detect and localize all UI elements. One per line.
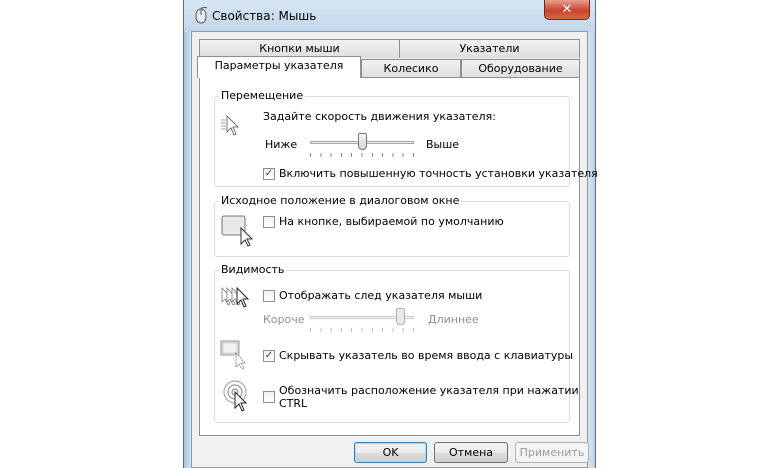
dialog-client-area: Кнопки мыши Указатели Параметры указател…: [191, 31, 598, 468]
snap-to-button-icon: [221, 215, 254, 247]
trails-checkbox[interactable]: [263, 290, 275, 302]
speed-fast-label: Выше: [426, 138, 460, 151]
slider-thumb[interactable]: [396, 308, 405, 325]
tab-label: Колесико: [383, 62, 439, 75]
tab-label: Оборудование: [478, 62, 563, 75]
motion-group: Перемещение Задайте скорость движения ук…: [214, 89, 598, 187]
show-location-ctrl-label-line1: Обозначить расположение указателя при на…: [279, 384, 579, 397]
slider-ticks: [310, 328, 414, 332]
visibility-group: Видимость Отображать след указателя мыши…: [214, 263, 579, 423]
tab-panel-pointer-options: Перемещение Задайте скорость движения ук…: [199, 77, 598, 436]
mouse-icon: [195, 7, 208, 24]
trails-long-label: Длиннее: [428, 313, 479, 326]
hide-pointer-icon: [220, 340, 246, 370]
apply-button-label: Применить: [519, 446, 585, 459]
hide-while-typing-checkbox[interactable]: ✓: [263, 350, 275, 362]
tab-pointer-options[interactable]: Параметры указателя: [197, 56, 361, 78]
close-button[interactable]: ✕: [544, 0, 590, 20]
snap-checkbox[interactable]: [263, 216, 275, 228]
ok-button[interactable]: OK: [354, 442, 427, 463]
tab-hardware[interactable]: Оборудование: [461, 59, 580, 78]
visibility-group-label: Видимость: [219, 263, 287, 276]
ok-button-label: OK: [382, 446, 399, 459]
show-location-ctrl-label-line2: CTRL: [279, 397, 308, 410]
trails-short-label: Короче: [263, 313, 305, 326]
pointer-trails-icon: [221, 286, 250, 308]
precision-checkbox[interactable]: ✓: [263, 168, 275, 180]
precision-label: Включить повышенную точность установки у…: [279, 167, 598, 180]
slider-ticks: [310, 153, 414, 157]
speed-label: Задайте скорость движения указателя:: [263, 110, 496, 123]
pointer-speed-icon: [221, 115, 239, 136]
dialog-window: Свойства: Мышь ✕ Кнопки мыши Указатели П…: [183, 0, 598, 468]
title-bar[interactable]: Свойства: Мышь ✕: [184, 0, 595, 32]
tab-pointers[interactable]: Указатели: [399, 39, 580, 58]
speed-slow-label: Ниже: [265, 138, 298, 151]
locate-pointer-ctrl-icon: [223, 380, 248, 412]
trails-label: Отображать след указателя мыши: [279, 289, 483, 302]
snap-group-label: Исходное положение в диалоговом окне: [219, 194, 462, 207]
hide-while-typing-label: Скрывать указатель во время ввода с клав…: [279, 349, 574, 362]
cancel-button-label: Отмена: [448, 446, 494, 459]
snap-to-group: Исходное положение в диалоговом окне На …: [214, 194, 570, 257]
close-icon: ✕: [561, 2, 573, 17]
show-location-ctrl-checkbox[interactable]: [263, 391, 275, 403]
apply-button[interactable]: Применить: [515, 442, 589, 463]
tab-label: Параметры указателя: [214, 59, 344, 72]
pointer-speed-slider[interactable]: [310, 133, 414, 163]
slider-thumb[interactable]: [358, 133, 367, 150]
tab-label: Кнопки мыши: [259, 42, 340, 55]
cancel-button[interactable]: Отмена: [434, 442, 508, 463]
tab-wheel[interactable]: Колесико: [361, 59, 461, 78]
tab-label: Указатели: [459, 42, 520, 55]
window-title: Свойства: Мышь: [212, 9, 317, 23]
motion-group-label: Перемещение: [219, 89, 306, 102]
pointer-trails-slider[interactable]: [310, 308, 414, 338]
snap-label: На кнопке, выбираемой по умолчанию: [279, 215, 504, 228]
